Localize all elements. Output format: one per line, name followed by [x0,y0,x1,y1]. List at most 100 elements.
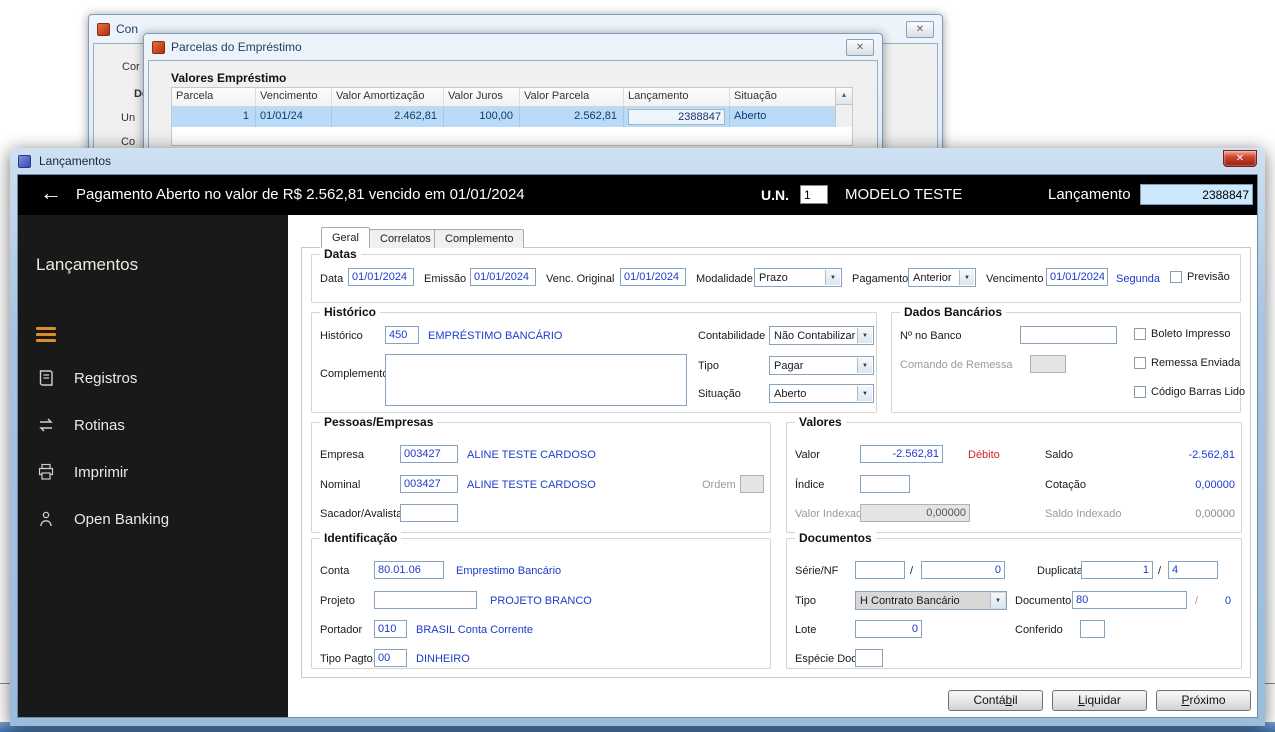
duplicata-input[interactable] [1081,561,1153,579]
main-titlebar: Lançamentos ✕ [10,148,1265,174]
column-header[interactable]: Situação [730,88,837,107]
column-header[interactable]: Valor Parcela [520,88,624,107]
contabil-button[interactable]: Contábil [948,690,1043,711]
remessa-enviada-checkbox[interactable]: Remessa Enviada [1134,357,1240,369]
empresa-label: Empresa [320,449,365,461]
situacao-select[interactable]: Aberto ▼ [769,384,874,403]
vencimento-input[interactable] [1046,268,1108,286]
lote-input[interactable] [855,620,922,638]
printer-icon [38,463,54,480]
un-input[interactable] [800,185,828,204]
codigo-barras-checkbox[interactable]: Código Barras Lido [1134,386,1245,398]
doc-tipo-select[interactable]: H Contrato Bancário ▼ [855,591,1007,610]
chevron-down-icon: ▼ [857,358,872,373]
back-arrow-icon[interactable]: ← [40,180,62,206]
sidebar-item-label: Open Banking [74,510,170,528]
historico-code-input[interactable] [385,326,419,344]
main-window-title: Lançamentos [39,154,112,168]
routines-arrows-icon [39,418,53,432]
group-legend: Histórico [320,305,381,319]
serie-separator: / [910,565,914,577]
empresa-code-input[interactable] [400,445,458,463]
column-header[interactable]: Parcela [172,88,256,107]
sidebar-item-imprimir[interactable]: Imprimir [18,455,288,489]
column-header[interactable]: Valor Amortização [332,88,444,107]
chevron-down-icon: ▼ [857,386,872,401]
sidebar-item-open-banking[interactable]: Open Banking [18,502,288,536]
boleto-impresso-checkbox[interactable]: Boleto Impresso [1134,328,1230,340]
tipo-select[interactable]: Pagar ▼ [769,356,874,375]
venc-original-input[interactable] [620,268,686,286]
menu-icon[interactable] [36,327,56,345]
serie-number-input[interactable] [921,561,1005,579]
contabilidade-select[interactable]: Não Contabilizar ▼ [769,326,874,345]
close-icon[interactable]: ✕ [846,38,874,56]
proximo-button[interactable]: Próximo [1156,690,1251,711]
group-documentos: Documentos Série/NF / Duplicata / Tipo H… [786,531,1242,669]
window-a-title: Con [116,22,139,36]
column-header[interactable]: Vencimento [256,88,332,107]
conferido-input[interactable] [1080,620,1105,638]
liquidar-button[interactable]: Liquidar [1052,690,1147,711]
sidebar-item-registros[interactable]: Registros [18,361,288,395]
close-icon[interactable]: ✕ [1223,149,1257,167]
tab-correlatos[interactable]: Correlatos [369,229,442,248]
modalidade-select[interactable]: Prazo ▼ [754,268,842,287]
projeto-description: PROJETO BRANCO [490,595,592,607]
num-banco-input[interactable] [1020,326,1117,344]
cell-lancamento: 2388847 [624,107,730,127]
saldo-label: Saldo [1045,449,1074,461]
lancamento-number-input[interactable] [1140,184,1253,205]
serie-input[interactable] [855,561,905,579]
conta-input[interactable] [374,561,444,579]
valor-input[interactable] [860,445,943,463]
table-row-selected[interactable]: 1 01/01/24 2.462,81 100,00 2.562,81 2388… [172,107,852,127]
sacador-label: Sacador/Avalista [320,508,403,520]
projeto-input[interactable] [374,591,477,609]
desktop: Con ✕ Cor De Un Co Parcelas do Empréstim… [0,0,1275,732]
pagamento-select[interactable]: Anterior ▼ [908,268,976,287]
form-icon [97,22,110,36]
tipo-pagto-input[interactable] [374,649,407,667]
checkbox-box [1134,386,1146,398]
group-identificacao: Identificação Conta Emprestimo Bancário … [311,531,771,669]
pagamento-label: Pagamento [852,273,909,285]
column-header[interactable]: Valor Juros [444,88,520,107]
sacador-input[interactable] [400,504,458,522]
num-banco-label: Nº no Banco [900,330,962,342]
column-header[interactable]: Lançamento [624,88,730,107]
chevron-down-icon: ▼ [959,270,974,285]
data-input[interactable] [348,268,414,286]
open-banking-icon [40,511,52,527]
emissao-input[interactable] [470,268,536,286]
nominal-code-input[interactable] [400,475,458,493]
portador-input[interactable] [374,620,407,638]
lancamento-number-box: 2388847 [628,109,725,125]
scroll-up-icon[interactable]: ▲ [836,88,852,105]
previsao-checkbox[interactable]: Previsão [1170,271,1230,283]
group-legend: Documentos [795,531,876,545]
comando-remessa-input [1030,355,1066,373]
duplicata-total-input[interactable] [1168,561,1218,579]
especie-doc-input[interactable] [855,649,883,667]
tab-geral[interactable]: Geral [321,227,370,248]
parcelas-header-row: Parcela Vencimento Valor Amortização Val… [172,88,852,107]
un-label: U.N. [761,187,789,203]
indice-input[interactable] [860,475,910,493]
empresa-description: ALINE TESTE CARDOSO [467,449,596,461]
doc-tipo-label: Tipo [795,595,816,607]
sidebar-item-rotinas[interactable]: Rotinas [18,408,288,442]
nominal-label: Nominal [320,479,361,491]
table-scrollbar[interactable]: ▲ [835,88,852,127]
portador-description: BRASIL Conta Corrente [416,624,533,636]
comando-remessa-label: Comando de Remessa [900,359,1013,371]
documento-input[interactable] [1072,591,1187,609]
close-icon[interactable]: ✕ [906,20,934,38]
saldo-value: -2.562,81 [1188,449,1235,461]
complemento-textarea[interactable] [385,354,687,406]
documento-label: Documento [1015,595,1072,607]
duplicata-label: Duplicata [1037,565,1083,577]
record-summary: Pagamento Aberto no valor de R$ 2.562,81… [76,186,525,203]
group-valores: Valores Valor Débito Saldo -2.562,81 Índ… [786,415,1242,533]
tab-complemento[interactable]: Complemento [434,229,525,248]
